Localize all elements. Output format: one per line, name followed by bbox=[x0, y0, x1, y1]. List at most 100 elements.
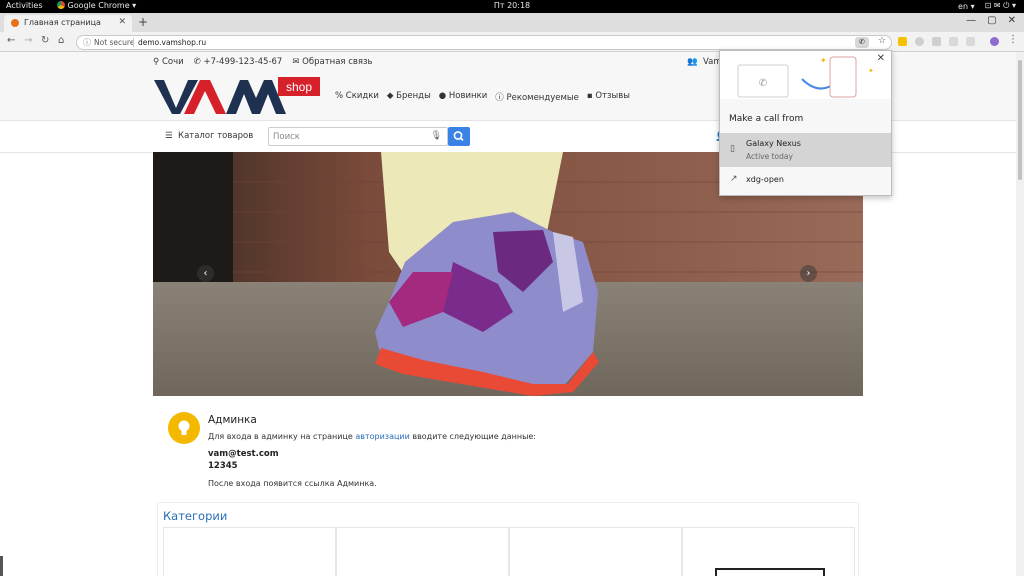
extension-icon-1[interactable] bbox=[898, 37, 907, 46]
click-to-call-icon[interactable]: ✆ bbox=[855, 37, 869, 48]
svg-text:✆: ✆ bbox=[759, 78, 767, 89]
nav-brands[interactable]: ◆ Бренды bbox=[387, 91, 431, 103]
nav-label: Скидки bbox=[345, 91, 379, 101]
nav-reviews[interactable]: ▪ Отзывы bbox=[587, 91, 630, 103]
city-label: Сочи bbox=[161, 57, 184, 67]
search-button[interactable] bbox=[448, 127, 470, 146]
back-icon[interactable]: ← bbox=[7, 35, 15, 46]
dock-edge bbox=[0, 556, 3, 576]
tag-icon: ◆ bbox=[386, 91, 394, 101]
feedback-label: Обратная связь bbox=[302, 57, 373, 67]
admin-info-box: Админка Для входа в админку на странице … bbox=[153, 396, 863, 500]
tab-home[interactable]: Главная страница ✕ bbox=[4, 15, 132, 32]
favicon-icon bbox=[11, 19, 19, 27]
category-card[interactable] bbox=[509, 527, 682, 576]
phone-device-icon: ▯ bbox=[730, 144, 735, 154]
page-scrollbar[interactable] bbox=[1016, 52, 1024, 576]
nav-discounts[interactable]: % Скидки bbox=[335, 91, 379, 103]
search-icon bbox=[453, 131, 464, 142]
category-card[interactable] bbox=[682, 527, 855, 576]
user-menu[interactable]: 👥 Vam bbox=[687, 57, 722, 67]
clock[interactable]: Пт 20:18 bbox=[494, 1, 530, 10]
device-name: Galaxy Nexus bbox=[746, 139, 801, 148]
svg-text:✦: ✦ bbox=[820, 56, 827, 65]
category-card[interactable] bbox=[336, 527, 509, 576]
info-icon[interactable]: ⓘ bbox=[83, 37, 91, 48]
language-indicator[interactable]: en ▾ bbox=[958, 2, 975, 11]
close-window-button[interactable]: ✕ bbox=[1008, 15, 1016, 26]
not-secure-label[interactable]: Not secure bbox=[94, 38, 134, 47]
device-option-galaxy-nexus[interactable]: ▯ Galaxy Nexus Active today bbox=[720, 133, 891, 167]
nav-new[interactable]: ● Новинки bbox=[439, 91, 487, 103]
nav-label: Новинки bbox=[448, 91, 488, 101]
phone-link[interactable]: ✆ +7-499-123-45-67 bbox=[194, 57, 283, 67]
search-input[interactable]: Поиск 🎙 bbox=[268, 127, 448, 146]
forward-icon[interactable]: → bbox=[24, 35, 32, 46]
option-xdg-open[interactable]: ↗ xdg-open bbox=[720, 169, 891, 193]
popup-title: Make a call from bbox=[729, 114, 804, 124]
search-placeholder: Поиск bbox=[273, 132, 300, 142]
nav-label: Рекомендуемые bbox=[506, 93, 579, 103]
category-thumbnail bbox=[715, 568, 825, 576]
microphone-icon[interactable]: 🎙 bbox=[431, 131, 442, 141]
tab-close-icon[interactable]: ✕ bbox=[118, 17, 126, 27]
instruction-text: Для входа в админку на странице bbox=[208, 432, 356, 441]
feedback-link[interactable]: ✉ Обратная связь bbox=[292, 57, 372, 67]
svg-text:✦: ✦ bbox=[868, 67, 874, 75]
admin-email: vam@test.com bbox=[208, 449, 279, 459]
extension-icon-2[interactable] bbox=[915, 37, 924, 46]
admin-title: Админка bbox=[208, 414, 257, 426]
category-card[interactable] bbox=[163, 527, 336, 576]
external-link-icon: ↗ bbox=[730, 174, 738, 184]
lightbulb-icon bbox=[168, 412, 200, 444]
extension-icon-4[interactable] bbox=[949, 37, 958, 46]
tab-title: Главная страница bbox=[24, 18, 101, 27]
device-status: Active today bbox=[746, 152, 793, 161]
admin-password: 12345 bbox=[208, 461, 238, 471]
bulb-icon: ● bbox=[438, 91, 447, 101]
url-text[interactable]: demo.vamshop.ru bbox=[138, 38, 206, 47]
admin-note: После входа появится ссылка Админка. bbox=[208, 479, 377, 488]
option-label: xdg-open bbox=[746, 175, 784, 184]
logo-badge-text: shop bbox=[286, 80, 312, 94]
minimize-button[interactable]: — bbox=[966, 15, 976, 26]
system-tray-icons[interactable]: ⊡ ✉ ⏻ ▾ bbox=[985, 1, 1016, 11]
separator bbox=[133, 38, 134, 47]
chrome-menu-icon[interactable]: ⋮ bbox=[1008, 34, 1018, 45]
city-link[interactable]: ⚲ Сочи bbox=[153, 57, 184, 67]
phone-label: +7-499-123-45-67 bbox=[203, 57, 283, 67]
new-tab-button[interactable]: + bbox=[138, 15, 148, 29]
category-nav: % Скидки ◆ Бренды ● Новинки ⓘ Рекомендуе… bbox=[335, 91, 630, 103]
instruction-text: вводите следующие данные: bbox=[409, 432, 536, 441]
catalog-button[interactable]: ☰ Каталог товаров bbox=[165, 131, 253, 141]
nav-recommended[interactable]: ⓘ Рекомендуемые bbox=[495, 91, 579, 103]
slider-next-button[interactable]: › bbox=[800, 265, 817, 282]
info-circle-icon: ⓘ bbox=[495, 93, 504, 103]
site-logo[interactable]: shop bbox=[154, 76, 320, 116]
reload-icon[interactable]: ↻ bbox=[41, 35, 49, 46]
tab-strip: Главная страница ✕ + — ▢ ✕ bbox=[0, 13, 1024, 32]
bookmark-star-icon[interactable]: ☆ bbox=[878, 36, 886, 46]
header-contacts: ⚲ Сочи ✆ +7-499-123-45-67 ✉ Обратная свя… bbox=[153, 57, 373, 67]
comments-icon: ▪ bbox=[586, 91, 593, 101]
slider-prev-button[interactable]: ‹ bbox=[197, 265, 214, 282]
maximize-button[interactable]: ▢ bbox=[987, 15, 996, 26]
call-illustration: ✆ ✦ ✦ bbox=[720, 51, 891, 99]
nav-label: Отзывы bbox=[595, 91, 630, 101]
os-top-bar: Activities Google Chrome ▾ Пт 20:18 en ▾… bbox=[0, 0, 1024, 13]
admin-instructions: Для входа в админку на странице авториза… bbox=[208, 432, 536, 441]
browser-toolbar: ← → ↻ ⌂ ⓘ Not secure demo.vamshop.ru ✆ ☆… bbox=[0, 32, 1024, 52]
authorization-link[interactable]: авторизации bbox=[355, 432, 409, 441]
call-popup: ✆ ✦ ✦ ✕ Make a call from ▯ Galaxy Nexus … bbox=[719, 50, 892, 196]
extension-icon-3[interactable] bbox=[932, 37, 941, 46]
profile-avatar-icon[interactable] bbox=[990, 37, 999, 46]
camera-extension-icon[interactable] bbox=[966, 37, 975, 46]
scrollbar-thumb[interactable] bbox=[1018, 60, 1022, 180]
address-bar[interactable]: ⓘ Not secure demo.vamshop.ru ✆ ☆ bbox=[76, 35, 892, 50]
catalog-label: Каталог товаров bbox=[178, 131, 254, 141]
popup-close-icon[interactable]: ✕ bbox=[877, 53, 885, 64]
home-icon[interactable]: ⌂ bbox=[58, 35, 64, 46]
categories-section: Категории bbox=[157, 502, 859, 576]
percent-icon: % bbox=[335, 91, 344, 101]
nav-label: Бренды bbox=[396, 91, 431, 101]
